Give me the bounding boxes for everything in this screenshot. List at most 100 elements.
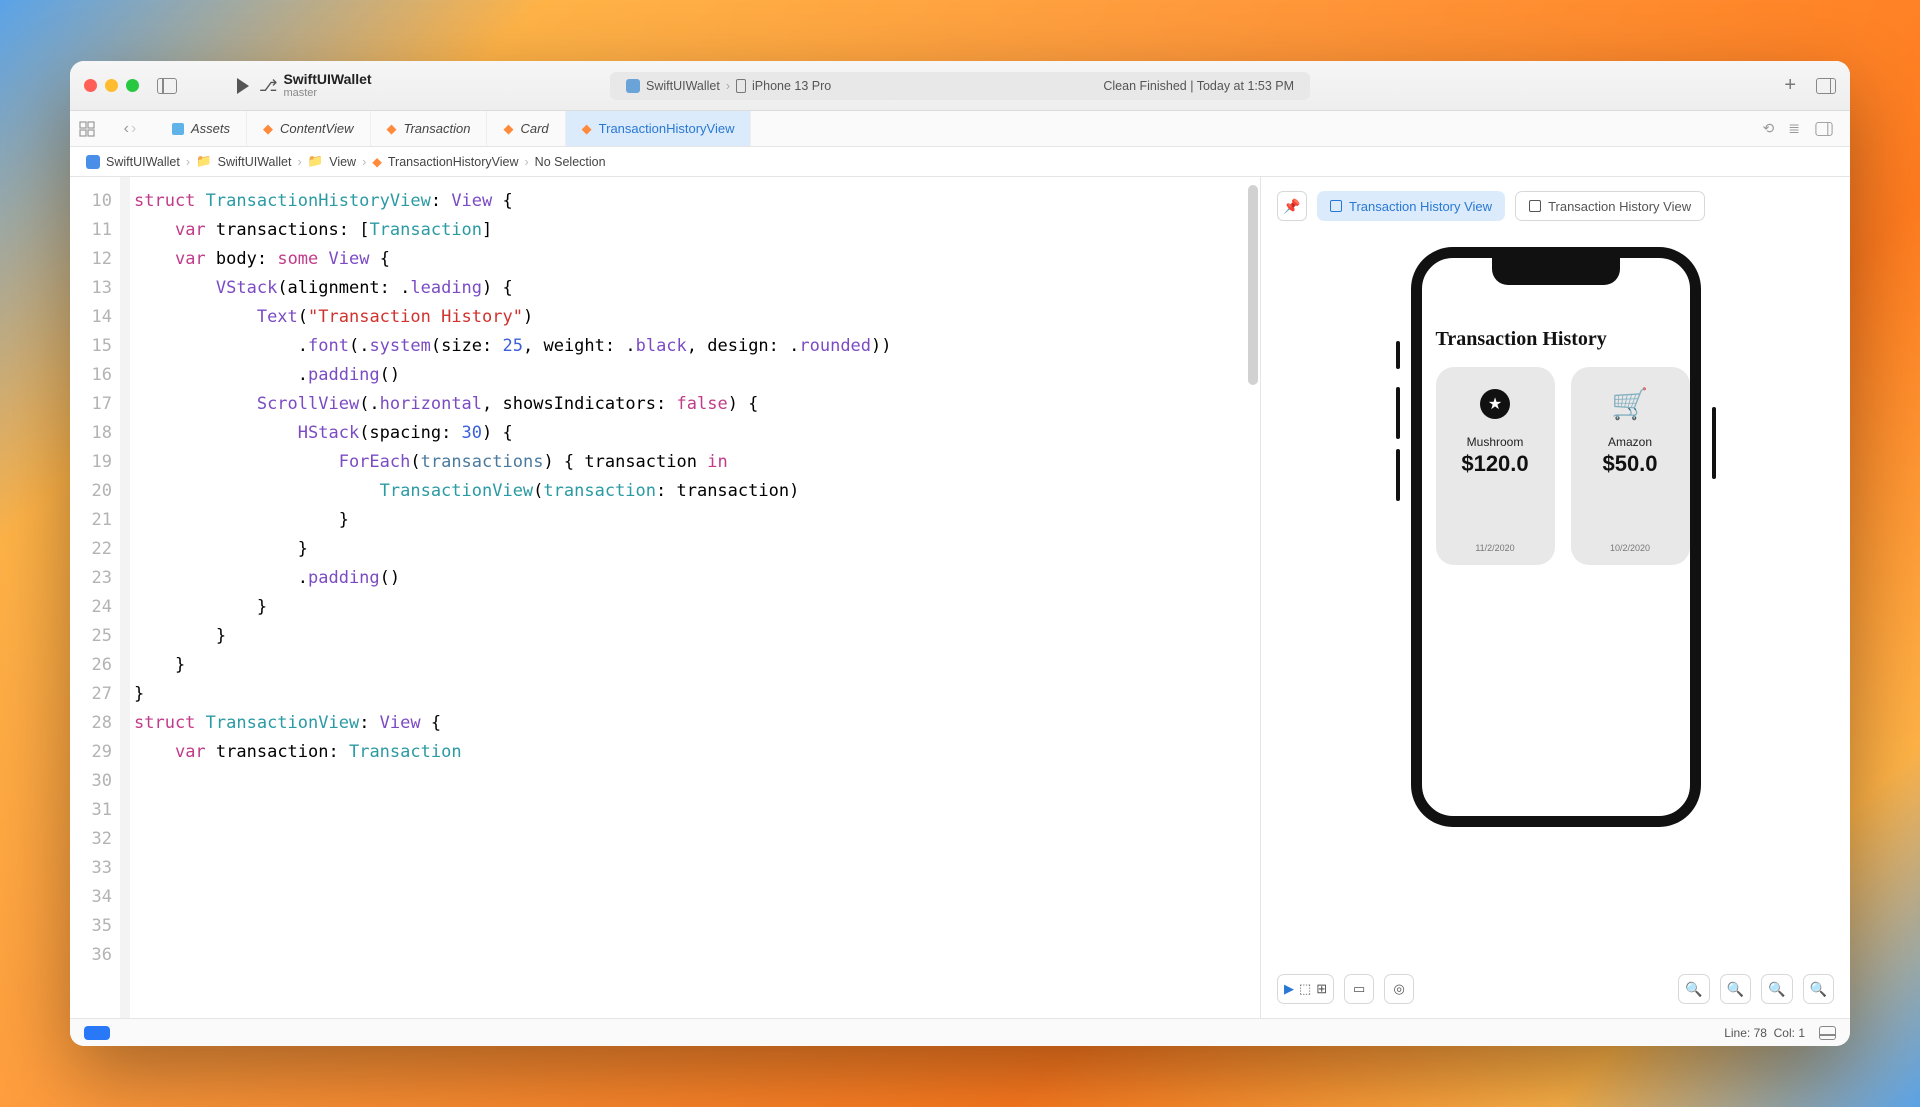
fullscreen-window-button[interactable] (126, 79, 139, 92)
swift-file-icon: ◆ (387, 121, 397, 137)
assets-icon (172, 123, 184, 135)
zoom-actual-button[interactable]: 🔍 (1720, 974, 1751, 1004)
phone-volume-down (1396, 449, 1400, 501)
minimize-window-button[interactable] (105, 79, 118, 92)
device-icon (736, 79, 746, 93)
zoom-fit-button[interactable]: 🔍 (1761, 974, 1792, 1004)
merchant-label: Amazon (1608, 435, 1652, 449)
swift-file-icon: ◆ (372, 154, 382, 169)
device-settings-button[interactable]: ▭ (1344, 974, 1374, 1004)
jump-bar[interactable]: SwiftUIWallet › 📁 SwiftUIWallet › 📁 View… (70, 147, 1850, 177)
window-controls (84, 79, 139, 92)
toggle-right-sidebar-button[interactable] (1816, 78, 1836, 94)
canvas-toolbar: ▶⬚⊞ ▭ ◎ 🔍 🔍 🔍 🔍 (1277, 974, 1834, 1004)
canvas-tab-active[interactable]: Transaction History View (1317, 191, 1505, 221)
app-icon (626, 79, 640, 93)
branch-icon: ⎇ (259, 76, 277, 96)
date-label: 11/2/2020 (1475, 543, 1514, 553)
chevron-right-icon: › (726, 79, 730, 93)
breadcrumb-item[interactable]: No Selection (535, 155, 606, 169)
titlebar: ⎇ SwiftUIWallet master SwiftUIWallet › i… (70, 61, 1850, 111)
activity-status-bar[interactable]: SwiftUIWallet › iPhone 13 Pro Clean Fini… (610, 72, 1310, 100)
file-tab[interactable]: ◆ Card (487, 111, 565, 146)
transaction-card[interactable]: 🛒 Amazon $50.0 10/2/2020 (1571, 367, 1690, 565)
cursor-position: Line: 78 Col: 1 (1724, 1026, 1805, 1040)
live-preview-button[interactable]: ▶⬚⊞ (1277, 974, 1334, 1004)
amount-label: $50.0 (1602, 451, 1657, 477)
phone-notch (1492, 258, 1620, 285)
toggle-left-sidebar-button[interactable] (157, 78, 177, 94)
xcode-window: ⎇ SwiftUIWallet master SwiftUIWallet › i… (70, 61, 1850, 1046)
chevron-right-icon: › (297, 155, 301, 169)
library-button[interactable]: + (1784, 74, 1796, 97)
phone-mute-switch (1396, 341, 1400, 369)
canvas-tab-label: Transaction History View (1349, 199, 1492, 214)
file-tab[interactable]: ◆ TransactionHistoryView (566, 111, 752, 146)
scheme-device: iPhone 13 Pro (752, 79, 831, 93)
history-forward-button[interactable]: › (131, 120, 136, 138)
file-tab[interactable]: ◆ Transaction (371, 111, 488, 146)
breadcrumb-item[interactable]: TransactionHistoryView (388, 155, 519, 169)
canvas-tab-inactive[interactable]: Transaction History View (1515, 191, 1705, 221)
swift-file-icon: ◆ (263, 121, 273, 137)
merchant-label: Mushroom (1467, 435, 1524, 449)
refresh-icon[interactable]: ⟲ (1763, 120, 1775, 137)
adjust-editor-button[interactable]: ≣ (1788, 120, 1800, 137)
swift-file-icon: ◆ (582, 121, 592, 137)
breadcrumb-item[interactable]: SwiftUIWallet (106, 155, 180, 169)
code-area[interactable]: struct TransactionHistoryView: View { va… (130, 177, 1260, 1018)
cart-icon: 🛒 (1613, 387, 1647, 421)
build-status-text: Clean Finished | Today at 1:53 PM (1103, 79, 1294, 93)
folder-icon: 📁 (196, 154, 212, 169)
scrollbar-thumb[interactable] (1248, 185, 1258, 385)
phone-volume-up (1396, 387, 1400, 439)
phone-power-button (1712, 407, 1716, 479)
chevron-right-icon: › (362, 155, 366, 169)
transaction-cards-row[interactable]: ★ Mushroom $120.0 11/2/2020 🛒 Amazon $50.0 10/2… (1436, 367, 1690, 565)
tab-label: ContentView (280, 121, 353, 136)
project-icon (86, 155, 100, 169)
line-gutter: 1011121314151617181920212223242526272829… (70, 177, 120, 1018)
tab-label: Transaction (404, 121, 471, 136)
app-preview-content: Transaction History ★ Mushroom $120.0 11/2/… (1422, 258, 1690, 565)
main-split: 1011121314151617181920212223242526272829… (70, 177, 1850, 1018)
tab-bar: ‹ › Assets◆ContentView◆Transaction◆Card◆… (70, 111, 1850, 147)
toggle-canvas-button[interactable] (1816, 122, 1833, 136)
zoom-out-button[interactable]: 🔍 (1678, 974, 1709, 1004)
preview-canvas: 📌 Transaction History View Transaction H… (1260, 177, 1850, 1018)
scheme-selector[interactable]: SwiftUIWallet master (283, 72, 371, 99)
run-button[interactable] (237, 78, 249, 94)
file-tab[interactable]: Assets (156, 111, 247, 146)
transaction-card[interactable]: ★ Mushroom $120.0 11/2/2020 (1436, 367, 1555, 565)
amount-label: $120.0 (1461, 451, 1528, 477)
close-window-button[interactable] (84, 79, 97, 92)
preview-variants-button[interactable]: ◎ (1384, 974, 1414, 1004)
fold-ribbon[interactable] (120, 177, 130, 1018)
tab-label: Assets (191, 121, 230, 136)
folder-icon: 📁 (308, 154, 324, 169)
canvas-tab-bar: 📌 Transaction History View Transaction H… (1261, 177, 1850, 235)
date-label: 10/2/2020 (1610, 543, 1650, 553)
branch-name: master (283, 87, 371, 99)
toggle-debug-area-button[interactable] (1819, 1026, 1836, 1040)
status-bar: Line: 78 Col: 1 (70, 1018, 1850, 1046)
tab-label: TransactionHistoryView (599, 121, 735, 136)
file-tab[interactable]: ◆ ContentView (247, 111, 370, 146)
project-name: SwiftUIWallet (283, 72, 371, 87)
scheme-app: SwiftUIWallet (646, 79, 720, 93)
breadcrumb-item[interactable]: View (329, 155, 356, 169)
zoom-in-button[interactable]: 🔍 (1803, 974, 1834, 1004)
preview-title: Transaction History (1436, 328, 1690, 351)
history-back-button[interactable]: ‹ (124, 120, 129, 138)
star-badge-icon: ★ (1478, 387, 1512, 421)
chevron-right-icon: › (525, 155, 529, 169)
swift-file-icon: ◆ (503, 121, 513, 137)
canvas-viewport[interactable]: Transaction History ★ Mushroom $120.0 11/2/… (1261, 235, 1850, 1018)
related-items-button[interactable] (70, 111, 104, 146)
device-preview[interactable]: Transaction History ★ Mushroom $120.0 11/2/… (1411, 247, 1701, 827)
debug-indicator[interactable] (84, 1026, 110, 1040)
breadcrumb-item[interactable]: SwiftUIWallet (218, 155, 292, 169)
tab-label: Card (520, 121, 548, 136)
pin-preview-button[interactable]: 📌 (1277, 191, 1307, 221)
source-editor[interactable]: 1011121314151617181920212223242526272829… (70, 177, 1260, 1018)
